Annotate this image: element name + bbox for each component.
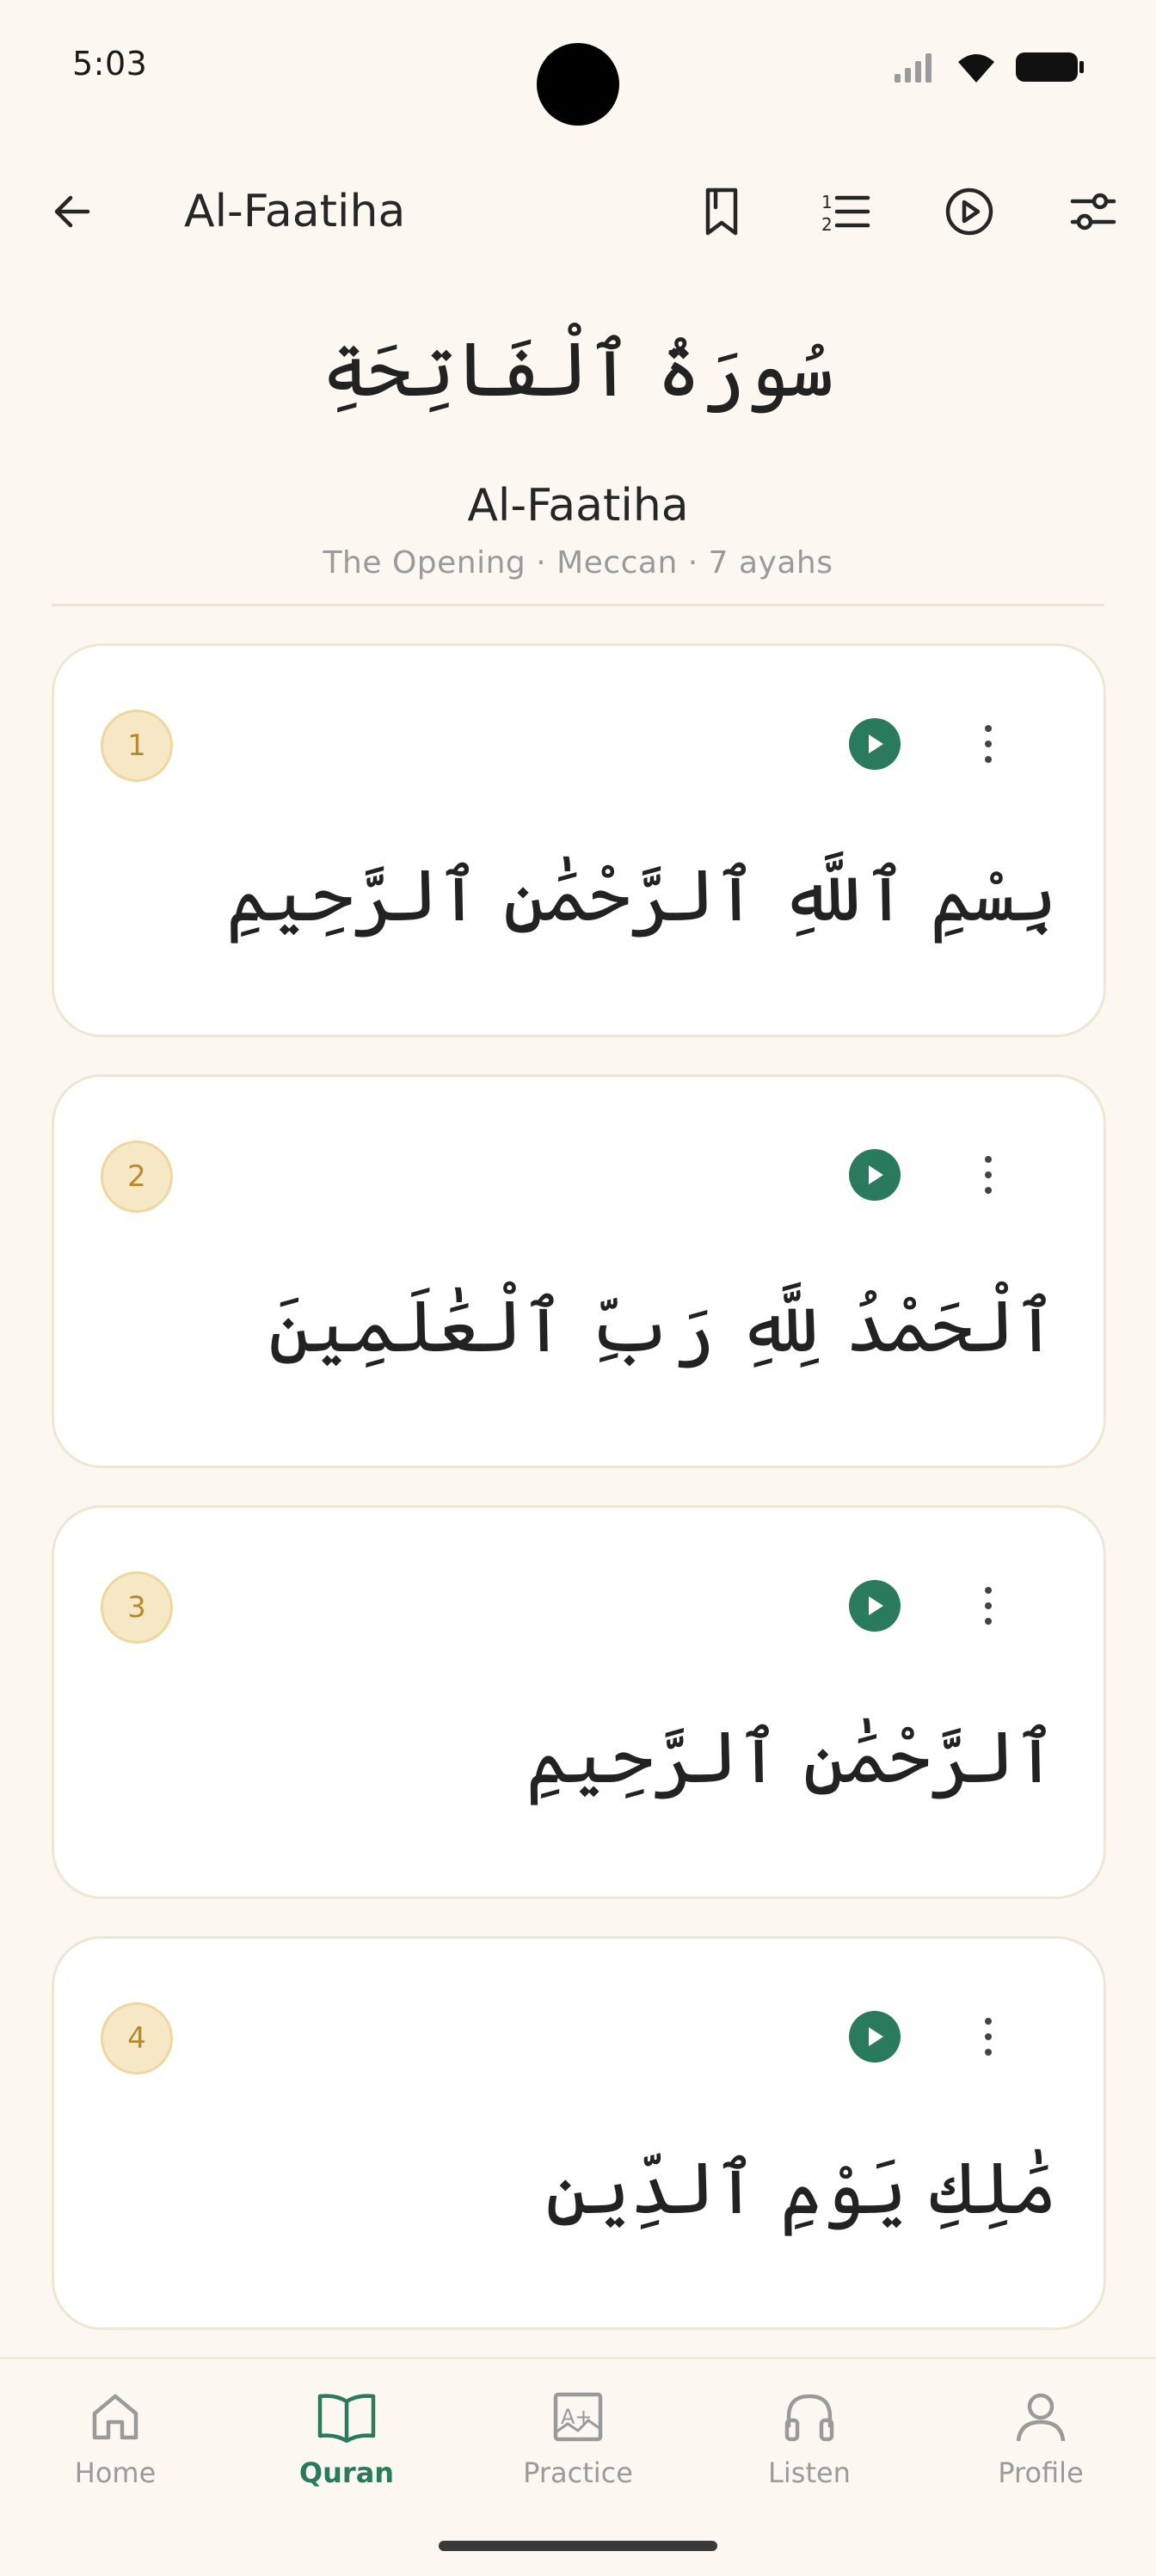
more-vertical-icon (985, 1156, 992, 1194)
nav-item-listen[interactable]: Listen (715, 2387, 904, 2507)
ayah-list[interactable]: 1 بِسْمِ ٱللَّهِ ٱلرَّحْمَٰنِ ٱلرَّحِيمِ… (0, 0, 1156, 2357)
nav-label: Home (74, 2456, 157, 2489)
ayah-arabic-text: ٱلرَّحْمَٰنِ ٱلرَّحِيمِ (526, 1715, 1057, 1799)
person-icon (1016, 2393, 1066, 2442)
ayah-card[interactable]: 3 ٱلرَّحْمَٰنِ ٱلرَّحِيمِ (52, 1505, 1106, 1899)
nav-item-practice[interactable]: A+ Practice (483, 2387, 673, 2507)
ayah-more-button[interactable] (954, 1571, 1023, 1640)
nav-item-quran[interactable]: Quran (252, 2387, 441, 2507)
ayah-arabic-text: مَٰلِكِ يَوْمِ ٱلدِّينِ (545, 2146, 1057, 2230)
grade-icon: A+ (553, 2392, 603, 2442)
open-book-icon (317, 2394, 376, 2443)
ayah-play-button[interactable] (849, 718, 901, 770)
ayah-number-badge: 4 (101, 2002, 173, 2075)
ayah-card[interactable]: 4 مَٰلِكِ يَوْمِ ٱلدِّينِ (52, 1936, 1106, 2330)
ayah-number-badge: 2 (101, 1140, 173, 1213)
ayah-number-badge: 3 (101, 1571, 173, 1644)
nav-label: Profile (998, 2456, 1084, 2489)
home-icon (92, 2394, 138, 2440)
home-indicator[interactable] (439, 2541, 717, 2551)
nav-label: Practice (523, 2456, 633, 2489)
ayah-number-badge: 1 (101, 710, 173, 782)
nav-item-home[interactable]: Home (21, 2387, 210, 2507)
play-icon (869, 2027, 883, 2046)
ayah-more-button[interactable] (954, 710, 1023, 778)
more-vertical-icon (985, 1587, 992, 1625)
ayah-play-button[interactable] (849, 1580, 901, 1632)
ayah-card[interactable]: 2 ٱلْحَمْدُ لِلَّهِ رَبِّ ٱلْعَٰلَمِينَ (52, 1074, 1106, 1468)
ayah-card[interactable]: 1 بِسْمِ ٱللَّهِ ٱلرَّحْمَٰنِ ٱلرَّحِيمِ (52, 643, 1106, 1037)
play-icon (869, 1596, 883, 1615)
play-icon (869, 1165, 883, 1184)
ayah-more-button[interactable] (954, 1140, 1023, 1209)
more-vertical-icon (985, 2018, 992, 2056)
ayah-play-button[interactable] (849, 1149, 901, 1201)
headphones-icon (784, 2394, 834, 2442)
ayah-arabic-text: ٱلْحَمْدُ لِلَّهِ رَبِّ ٱلْعَٰلَمِينَ (268, 1284, 1057, 1368)
ayah-play-button[interactable] (849, 2011, 901, 2063)
nav-label: Listen (768, 2456, 851, 2489)
nav-item-profile[interactable]: Profile (946, 2387, 1135, 2507)
nav-label: Quran (298, 2456, 395, 2489)
more-vertical-icon (985, 725, 992, 763)
play-icon (869, 735, 883, 753)
ayah-arabic-text: بِسْمِ ٱللَّهِ ٱلرَّحْمَٰنِ ٱلرَّحِيمِ (225, 853, 1057, 938)
ayah-more-button[interactable] (954, 2002, 1023, 2071)
